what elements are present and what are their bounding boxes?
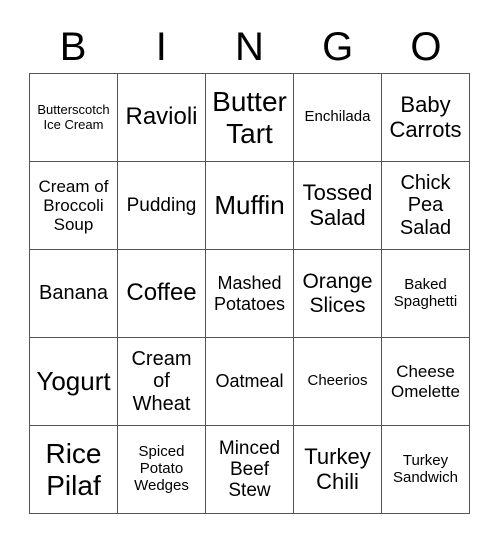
cell-text: Chick Pea Salad (399, 171, 452, 239)
cell-text: Orange Slices (302, 269, 373, 317)
bingo-cell[interactable]: Banana (30, 250, 118, 338)
cell-text: Minced Beef Stew (218, 437, 281, 502)
cell-text: Cheese Omelette (391, 362, 460, 401)
header-letter-g: G (322, 25, 354, 69)
bingo-cell[interactable]: Coffee (118, 250, 206, 338)
bingo-cell[interactable]: Mashed Potatoes (206, 250, 294, 338)
cell-text: Butter Tart (212, 86, 287, 149)
bingo-header: B I N G O (29, 22, 470, 72)
cell-text: Baby Carrots (389, 91, 462, 142)
cell-text: Coffee (126, 279, 197, 307)
bingo-cell[interactable]: Cheese Omelette (382, 338, 470, 426)
bingo-cell[interactable]: Pudding (118, 162, 206, 250)
cell-text: Rice Pilaf (45, 438, 102, 501)
bingo-cell[interactable]: Oatmeal (206, 338, 294, 426)
cell-text: Ravioli (125, 103, 198, 131)
bingo-cell[interactable]: Baked Spaghetti (382, 250, 470, 338)
cell-text: Yogurt (36, 365, 111, 396)
cell-text: Oatmeal (215, 371, 284, 392)
header-letter-o: O (410, 25, 442, 69)
cell-text: Cheerios (307, 372, 368, 390)
bingo-cell[interactable]: Cheerios (294, 338, 382, 426)
bingo-cell[interactable]: Turkey Sandwich (382, 426, 470, 514)
cell-text: Baked Spaghetti (393, 275, 458, 310)
bingo-cell[interactable]: Butterscotch Ice Cream (30, 74, 118, 162)
bingo-cell[interactable]: Turkey Chili (294, 426, 382, 514)
cell-text: Butterscotch Ice Cream (37, 101, 110, 132)
bingo-cell[interactable]: Cream of Wheat (118, 338, 206, 426)
bingo-card-grid: Butterscotch Ice Cream Ravioli Butter Ta… (29, 73, 470, 514)
bingo-cell[interactable]: Baby Carrots (382, 74, 470, 162)
bingo-cell[interactable]: Chick Pea Salad (382, 162, 470, 250)
bingo-cell[interactable]: Tossed Salad (294, 162, 382, 250)
bingo-cell[interactable]: Yogurt (30, 338, 118, 426)
cell-text: Pudding (126, 194, 197, 216)
bingo-cell[interactable]: Rice Pilaf (30, 426, 118, 514)
cell-text: Cream of Wheat (131, 347, 192, 415)
bingo-cell[interactable]: Cream of Broccoli Soup (30, 162, 118, 250)
cell-text: Banana (39, 282, 108, 305)
cell-text: Muffin (214, 189, 285, 220)
cell-text: Spiced Potato Wedges (134, 443, 189, 494)
cell-text: Cream of Broccoli Soup (38, 176, 109, 235)
bingo-cell[interactable]: Enchilada (294, 74, 382, 162)
cell-text: Mashed Potatoes (213, 273, 286, 314)
bingo-cell[interactable]: Spiced Potato Wedges (118, 426, 206, 514)
cell-text: Turkey Sandwich (392, 451, 459, 486)
bingo-cell[interactable]: Ravioli (118, 74, 206, 162)
bingo-cell[interactable]: Muffin (206, 162, 294, 250)
bingo-cell[interactable]: Butter Tart (206, 74, 294, 162)
bingo-cell[interactable]: Orange Slices (294, 250, 382, 338)
cell-text: Tossed Salad (302, 179, 373, 230)
header-letter-i: I (155, 25, 167, 69)
header-letter-b: B (59, 25, 87, 69)
header-letter-n: N (235, 25, 264, 69)
bingo-cell[interactable]: Minced Beef Stew (206, 426, 294, 514)
cell-text: Turkey Chili (304, 443, 371, 494)
cell-text: Enchilada (304, 108, 371, 126)
